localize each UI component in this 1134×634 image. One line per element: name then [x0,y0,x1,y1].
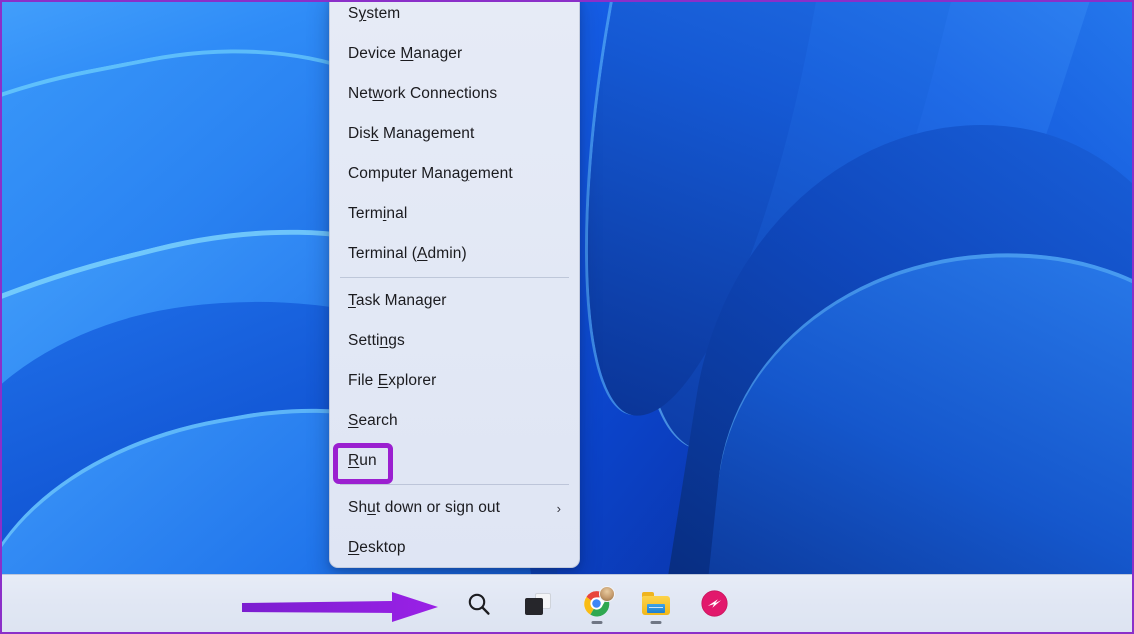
menu-item-terminal-admin[interactable]: Terminal (Admin) [330,234,579,274]
menu-group-tools: Task Manager Settings File Explorer Sear… [330,281,579,481]
wallpaper-ribbon [665,85,1134,634]
avatar [599,586,615,602]
active-indicator [650,621,661,624]
menu-item-terminal[interactable]: Terminal [330,194,579,234]
active-indicator [591,621,602,624]
menu-item-label: Computer Management [348,165,513,183]
file-explorer-button[interactable] [635,583,677,625]
menu-item-label: Task Manager [348,292,447,310]
menu-item-label: Settings [348,332,405,350]
menu-item-label: System [348,5,400,23]
menu-item-run[interactable]: Run [330,441,579,481]
menu-group-system: System Device Manager Network Connection… [330,0,579,274]
menu-item-label: Terminal [348,205,407,223]
menu-item-device-manager[interactable]: Device Manager [330,34,579,74]
menu-item-settings[interactable]: Settings [330,321,579,361]
menu-item-file-explorer[interactable]: File Explorer [330,361,579,401]
menu-item-label: File Explorer [348,372,436,390]
menu-item-search[interactable]: Search [330,401,579,441]
task-view-icon [525,593,551,615]
chrome-button[interactable] [576,583,618,625]
menu-item-disk-management[interactable]: Disk Management [330,114,579,154]
menu-item-label: Desktop [348,539,406,557]
wallpaper-ribbon [927,0,1134,507]
menu-item-label: Network Connections [348,85,497,103]
menu-separator [340,484,569,485]
menu-item-shut-down-or-sign-out[interactable]: Shut down or sign out › [330,488,579,528]
menu-item-system[interactable]: System [330,0,579,34]
menu-item-network-connections[interactable]: Network Connections [330,74,579,114]
search-icon [466,591,492,617]
wallpaper-ribbon [579,0,1005,483]
wallpaper-ribbon [647,0,1134,517]
wallpaper-ribbon [702,224,1134,634]
pink-arrow-app-icon [701,590,728,617]
menu-item-label: Run [348,452,377,470]
folder-icon [642,592,670,615]
menu-separator [340,277,569,278]
menu-item-task-manager[interactable]: Task Manager [330,281,579,321]
wallpaper-ribbon [543,0,862,434]
win-x-power-user-menu[interactable]: System Device Manager Network Connection… [329,0,580,568]
screen: System Device Manager Network Connection… [0,0,1134,634]
taskbar[interactable] [2,574,1132,632]
wallpaper-ribbon [612,0,1134,506]
search-button[interactable] [458,583,500,625]
chrome-icon [583,590,611,618]
menu-item-desktop[interactable]: Desktop [330,528,579,568]
menu-item-label: Disk Management [348,125,474,143]
chevron-right-icon: › [557,502,565,515]
task-view-button[interactable] [517,583,559,625]
menu-item-computer-management[interactable]: Computer Management [330,154,579,194]
start-arrow-annotation [242,591,442,623]
menu-item-label: Terminal (Admin) [348,245,467,263]
pinned-app-button[interactable] [694,583,736,625]
menu-item-label: Search [348,412,398,430]
menu-group-session: Shut down or sign out › Desktop [330,488,579,568]
menu-item-label: Shut down or sign out [348,499,500,517]
menu-item-label: Device Manager [348,45,462,63]
